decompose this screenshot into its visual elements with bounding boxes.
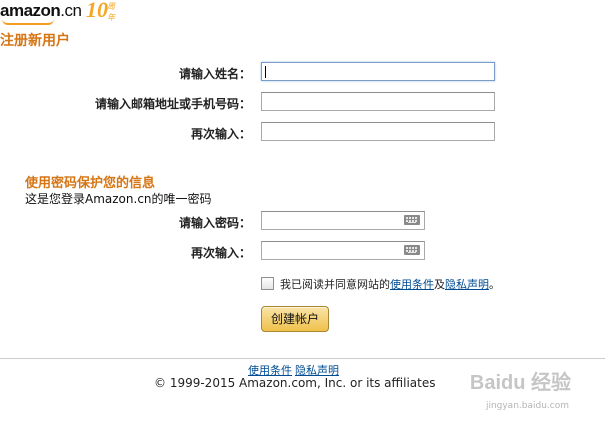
page-title: 注册新用户 — [0, 33, 70, 49]
email-label: 请输入邮箱地址或手机号码： — [94, 97, 251, 111]
confirm-email-input[interactable] — [261, 122, 495, 141]
password-input[interactable] — [261, 211, 425, 230]
logo-smile-arrow — [2, 19, 54, 25]
confirm-email-label: 再次输入： — [190, 127, 251, 141]
agreement-suffix: 。 — [489, 278, 500, 291]
footer-divider — [0, 358, 605, 359]
anniversary-label: 周年 — [107, 2, 115, 22]
name-label: 请输入姓名： — [178, 67, 251, 81]
name-input[interactable] — [261, 62, 495, 81]
text-caret — [265, 66, 266, 78]
password-section-title: 使用密码保护您的信息 — [25, 176, 156, 191]
agree-checkbox[interactable] — [261, 277, 274, 290]
agreement-prefix: 我已阅读并同意网站的 — [280, 278, 390, 291]
name-row: 请输入姓名： — [0, 62, 605, 84]
confirm-password-input[interactable] — [261, 241, 425, 260]
anniversary-mark: 10 — [86, 0, 108, 22]
confirm-password-row: 再次输入： — [0, 241, 605, 263]
password-row: 请输入密码： — [0, 211, 605, 233]
create-account-button[interactable]: 创建帐户 — [261, 306, 329, 332]
password-label: 请输入密码： — [178, 216, 251, 230]
terms-link[interactable]: 使用条件 — [390, 278, 434, 291]
logo-wordmark: amazon.cn — [0, 1, 82, 20]
baidu-watermark: Baidu 经验 — [469, 372, 571, 394]
virtual-keyboard-icon[interactable] — [404, 245, 420, 255]
agreement-conjunction: 及 — [434, 278, 445, 291]
confirm-email-row: 再次输入： — [0, 122, 605, 144]
agreement-row: 我已阅读并同意网站的使用条件及隐私声明。 — [261, 276, 500, 292]
copyright-text: © 1999-2015 Amazon.com, Inc. or its affi… — [154, 376, 436, 390]
email-input[interactable] — [261, 92, 495, 111]
virtual-keyboard-icon[interactable] — [404, 215, 420, 225]
confirm-password-label: 再次输入： — [190, 246, 251, 260]
privacy-link[interactable]: 隐私声明 — [445, 278, 489, 291]
email-row: 请输入邮箱地址或手机号码： — [0, 92, 605, 114]
baidu-watermark-url: jingyan.baidu.com — [485, 401, 569, 411]
password-section-subtitle: 这是您登录Amazon.cn的唯一密码 — [25, 192, 212, 206]
